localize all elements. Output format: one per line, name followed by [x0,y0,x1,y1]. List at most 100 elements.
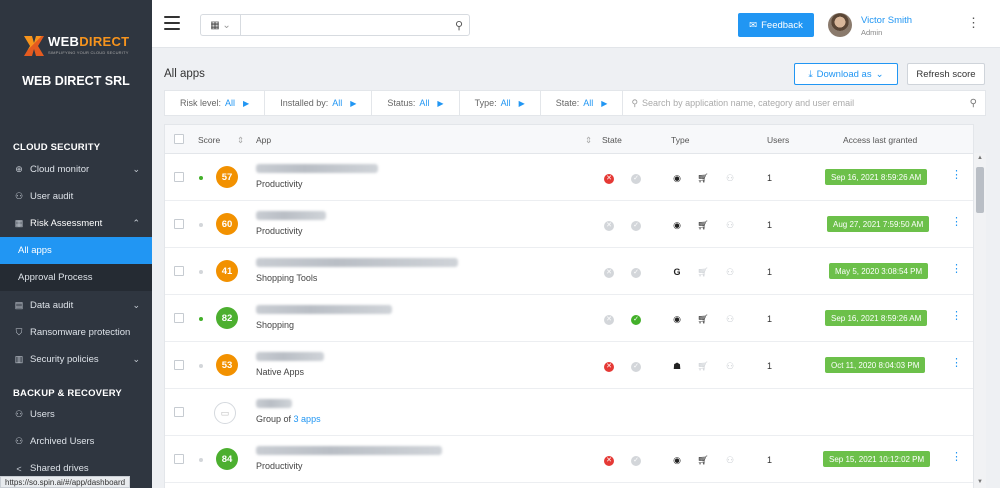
row-more-icon[interactable]: ⋮ [951,264,962,275]
app-name-redacted[interactable] [256,258,458,267]
table-row[interactable]: 60 Productivity ✕ ✓ ◉ 🛒︎ ⚇ 1 Aug 27, 202… [165,201,973,248]
sidebar-item-security-policies[interactable]: ▥ Security policies ⌄ [0,346,152,373]
chevron-down-icon: ⌄ [132,300,140,310]
archived-users-icon: ⚇ [14,436,24,446]
sidebar-item-user-audit[interactable]: ⚇ User audit [0,183,152,210]
sort-icon[interactable]: ⇕ [585,135,592,146]
state-blocked-icon[interactable]: ✕ [604,315,614,325]
app-name-redacted[interactable] [256,211,326,220]
sidebar-item-cloud-monitor[interactable]: ⊕ Cloud monitor ⌄ [0,156,152,183]
state-approved-icon[interactable]: ✓ [631,221,641,231]
header-score[interactable]: Score [198,135,220,145]
table-row[interactable]: 84 Productivity ✕ ✓ ◉ 🛒︎ ⚇ 1 Sep 15, 202… [165,436,973,483]
refresh-score-button[interactable]: Refresh score [907,63,985,85]
filter-state[interactable]: State: All ▶ [541,90,624,116]
global-search-input[interactable]: ⚲ [240,14,470,36]
app-name-redacted[interactable] [256,305,392,314]
state-approved-icon[interactable]: ✓ [631,174,641,184]
status-dot [199,364,203,368]
sidebar-item-label: Security policies [30,354,99,365]
feedback-button[interactable]: ✉ Feedback [738,13,814,37]
user-icon: ⚇ [725,267,735,277]
row-checkbox[interactable] [174,313,184,323]
sidebar-item-label: Shared drives [30,463,89,474]
row-more-icon[interactable]: ⋮ [951,452,962,463]
page-title: All apps [164,68,205,80]
app-name-redacted[interactable] [256,164,378,173]
row-more-icon[interactable]: ⋮ [951,311,962,322]
caret-right-icon: ▶ [518,98,525,108]
filter-label: State: [555,98,580,108]
sidebar-item-all-apps[interactable]: All apps [0,237,152,264]
sidebar-item-ransomware-protection[interactable]: ⛉ Ransomware protection [0,319,152,346]
row-checkbox[interactable] [174,407,184,417]
table-row[interactable]: 57 Productivity ✕ ✓ ◉ 🛒︎ ⚇ 1 Sep 16, 202… [165,154,973,201]
header-app[interactable]: App [256,135,271,145]
scrollbar-thumb[interactable] [976,167,984,213]
download-as-button[interactable]: ⤓ Download as ⌄ [794,63,898,85]
row-more-icon[interactable]: ⋮ [951,358,962,369]
sidebar-item-label: Approval Process [18,272,93,283]
chevron-down-icon: ⌄ [132,354,140,364]
caret-right-icon: ▶ [437,98,444,108]
app-switcher-dropdown[interactable]: ▦ ⌄ [200,14,240,36]
filter-status[interactable]: Status: All ▶ [372,90,460,116]
chrome-icon: ◉ [673,455,681,465]
filter-label: Type: [474,98,497,108]
row-checkbox[interactable] [174,266,184,276]
filter-risk-level[interactable]: Risk level: All ▶ [165,90,266,116]
select-all-checkbox[interactable] [174,134,184,144]
feedback-label: Feedback [761,19,803,31]
avatar[interactable] [828,13,852,37]
row-more-icon[interactable]: ⋮ [951,217,962,228]
download-icon: ⤓ [808,68,813,80]
table-row[interactable]: 82 Shopping ✕ ✓ ◉ 🛒︎ ⚇ 1 Sep 16, 2021 8:… [165,295,973,342]
hamburger-menu-icon[interactable] [164,16,180,30]
scroll-down-icon[interactable]: ▼ [977,479,983,485]
row-checkbox[interactable] [174,219,184,229]
state-blocked-icon[interactable]: ✕ [604,174,614,184]
search-icon[interactable]: ⚲ [455,19,463,32]
access-granted-badge: Sep 16, 2021 8:59:26 AM [825,169,928,185]
filter-type[interactable]: Type: All ▶ [460,90,541,116]
group-apps-link[interactable]: 3 apps [294,414,321,424]
sidebar-item-users[interactable]: ⚇ Users [0,401,152,428]
filter-installed-by[interactable]: Installed by: All ▶ [265,90,373,116]
state-approved-icon[interactable]: ✓ [631,456,641,466]
app-search-input[interactable]: ⚲ Search by application name, category an… [623,90,985,116]
state-approved-icon[interactable]: ✓ [631,315,641,325]
row-more-icon[interactable]: ⋮ [951,170,962,181]
table-scrollbar[interactable]: ▲ ▼ [974,153,986,488]
sidebar-item-label: Cloud monitor [30,164,90,175]
row-checkbox[interactable] [174,454,184,464]
state-blocked-icon[interactable]: ✕ [604,221,614,231]
row-checkbox[interactable] [174,360,184,370]
sidebar-item-approval-process[interactable]: Approval Process [0,264,152,291]
state-blocked-icon[interactable]: ✕ [604,456,614,466]
more-options-icon[interactable]: ⋮ [967,16,980,29]
row-checkbox[interactable] [174,172,184,182]
app-name-redacted[interactable] [256,399,292,408]
search-icon[interactable]: ⚲ [970,98,977,109]
sidebar-item-archived-users[interactable]: ⚇ Archived Users [0,428,152,455]
download-label: Download as [816,68,872,80]
state-approved-icon[interactable]: ✓ [631,268,641,278]
table-row[interactable]: 41 Shopping Tools ✕ ✓ G 🛒︎ ⚇ 1 May 5, 20… [165,248,973,295]
user-name[interactable]: Victor Smith [861,15,912,26]
table-row[interactable]: 53 Native Apps ✕ ✓ ☗ 🛒︎ ⚇ 1 Oct 11, 2020… [165,342,973,389]
brand-logo[interactable]: WEBDIRECT SIMPLIFYING YOUR CLOUD SECURIT… [24,30,136,60]
sidebar-item-risk-assessment[interactable]: ▦ Risk Assessment ⌃ [0,210,152,237]
sort-icon[interactable]: ⇕ [237,135,244,146]
scroll-up-icon[interactable]: ▲ [977,155,983,161]
users-icon: ⚇ [14,409,24,419]
state-blocked-icon[interactable]: ✕ [604,268,614,278]
app-name-redacted[interactable] [256,446,442,455]
grid-icon: ▦ [14,218,24,228]
filter-value: All [583,98,594,108]
table-row-group[interactable]: ▭ Group of 3 apps [165,389,973,436]
state-approved-icon[interactable]: ✓ [631,362,641,372]
app-name-redacted[interactable] [256,352,324,361]
state-blocked-icon[interactable]: ✕ [604,362,614,372]
brand-name-part2: DIRECT [79,33,130,49]
sidebar-item-data-audit[interactable]: ▤ Data audit ⌄ [0,292,152,319]
